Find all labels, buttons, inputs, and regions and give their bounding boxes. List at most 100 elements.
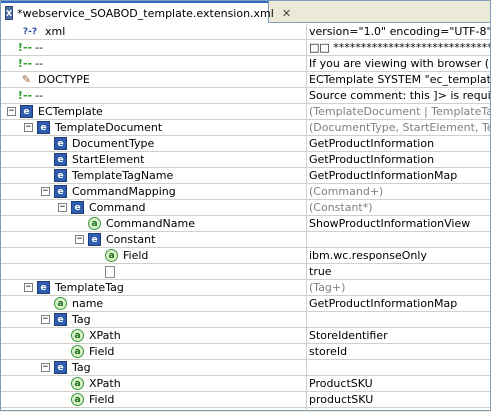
tree-row[interactable]: − e TemplateDocument (DocumentType, StartEl… — [1, 120, 490, 136]
node-value[interactable]: Source comment: this ]> is required, c — [309, 88, 490, 103]
tree-node[interactable]: − e Tag — [41, 312, 91, 327]
attribute-icon: a — [88, 217, 101, 230]
comment-icon: !-- — [17, 89, 33, 102]
tree-node[interactable]: e DocumentType — [41, 136, 154, 151]
toggle-spacer — [58, 395, 67, 404]
node-value[interactable]: ECTemplate SYSTEM "ec_template.dtd — [309, 72, 490, 87]
tree-row[interactable]: − e TemplateTag (Tag+) — [1, 280, 490, 296]
collapse-toggle[interactable]: − — [58, 203, 67, 212]
tree-row[interactable]: !-- -- □□ ******************************* — [1, 40, 490, 56]
tree-row[interactable]: true — [1, 264, 490, 280]
tree-row[interactable]: − e Tag — [1, 312, 490, 328]
tree-node[interactable]: − e Constant — [75, 232, 155, 247]
tree-node[interactable]: a CommandName — [75, 216, 195, 231]
tree-node[interactable]: − e CommandMapping — [41, 184, 176, 199]
tree-row[interactable]: !---- If you are viewing with browser (IE… — [1, 56, 490, 72]
collapse-toggle[interactable]: − — [75, 235, 84, 244]
node-value[interactable]: productSKU — [309, 392, 490, 407]
tree-row[interactable]: a CommandName ShowProductInformationView — [1, 216, 490, 232]
node-value[interactable] — [309, 360, 490, 375]
tree-node[interactable]: a XPath — [58, 328, 121, 343]
node-value[interactable]: StoreIdentifier — [309, 328, 490, 343]
node-name: Field — [89, 345, 115, 358]
tree-node[interactable]: a Field — [92, 248, 148, 263]
tree-row[interactable]: a XPath StoreIdentifier — [1, 328, 490, 344]
node-value[interactable]: (Tag+) — [309, 280, 490, 295]
tree-node[interactable]: a XPath — [58, 376, 121, 391]
tree-node[interactable]: ✎ DOCTYPE — [7, 72, 90, 87]
tree-row[interactable]: e TemplateTagName GetProductInformationMap — [1, 168, 490, 184]
tree-node[interactable]: − e Command — [58, 200, 146, 215]
tree-row[interactable]: a Field ibm.wc.responseOnly — [1, 248, 490, 264]
tree-row[interactable]: − e CommandMapping (Command+) — [1, 184, 490, 200]
collapse-toggle[interactable]: − — [24, 123, 33, 132]
tree-row[interactable]: ?-? xml version="1.0" encoding="UTF-8" — [1, 24, 490, 40]
doctype-icon: ✎ — [21, 73, 32, 86]
tree-node[interactable]: !-- -- — [7, 40, 43, 55]
collapse-toggle[interactable]: − — [41, 315, 50, 324]
attribute-icon: a — [71, 329, 84, 342]
tree-row[interactable]: e StartElement GetProductInformation — [1, 152, 490, 168]
collapse-toggle[interactable]: − — [41, 363, 50, 372]
element-icon: e — [54, 137, 67, 150]
node-value[interactable]: ProductSKU — [309, 376, 490, 391]
tree-node[interactable]: a Field — [58, 344, 114, 359]
tab-title: *webservice_SOABOD_template.extension.xm… — [17, 6, 274, 20]
element-icon: e — [54, 153, 67, 166]
element-icon: e — [54, 185, 67, 198]
collapse-toggle[interactable]: − — [24, 283, 33, 292]
tree-node[interactable]: − e Tag — [41, 360, 91, 375]
tree-row[interactable]: ✎ DOCTYPE ECTemplate SYSTEM "ec_template.d… — [1, 72, 490, 88]
node-value[interactable]: ibm.wc.responseOnly — [309, 248, 490, 263]
element-icon: e — [37, 281, 50, 294]
editor-tab[interactable]: X *webservice_SOABOD_template.extension.… — [1, 1, 291, 23]
tree-node[interactable]: − e TemplateDocument — [24, 120, 162, 135]
comment-icon: !-- — [17, 41, 33, 54]
tree-node[interactable]: − e TemplateTag — [24, 280, 124, 295]
node-value[interactable]: GetProductInformationMap — [309, 296, 490, 311]
node-value[interactable]: GetProductInformationMap — [309, 168, 490, 183]
tree-node[interactable] — [92, 264, 120, 279]
tree-node[interactable]: !-- -- — [7, 88, 43, 103]
tree-node[interactable]: a name — [41, 296, 103, 311]
tree-row[interactable]: a XPath ProductSKU — [1, 376, 490, 392]
tree-node[interactable]: e TemplateTagName — [41, 168, 173, 183]
node-value[interactable]: storeId — [309, 344, 490, 359]
element-icon: e — [54, 169, 67, 182]
tree-node[interactable]: ?-? xml — [7, 24, 65, 39]
tree-node[interactable]: e StartElement — [41, 152, 144, 167]
node-value[interactable]: (DocumentType, StartElement, Templa — [309, 120, 490, 135]
node-value[interactable]: ShowProductInformationView — [309, 216, 490, 231]
tree-node[interactable]: − e ECTemplate — [7, 104, 103, 119]
collapse-toggle[interactable]: − — [41, 187, 50, 196]
node-value[interactable]: (Constant*) — [309, 200, 490, 215]
tree-row[interactable]: − e Tag — [1, 360, 490, 376]
node-value[interactable]: (TemplateDocument | TemplateTag)* — [309, 104, 490, 119]
close-icon[interactable]: ✕ — [282, 7, 291, 20]
node-value[interactable]: □□ ******************************* — [309, 40, 490, 55]
node-value[interactable]: (Command+) — [309, 184, 490, 199]
node-value[interactable]: GetProductInformation — [309, 152, 490, 167]
tree-row[interactable]: a Field productSKU — [1, 392, 490, 408]
toggle-spacer — [41, 299, 50, 308]
node-value[interactable]: If you are viewing with browser (IE fo — [309, 56, 490, 71]
node-value[interactable]: GetProductInformation — [309, 136, 490, 151]
tree-node[interactable]: a Field — [58, 392, 114, 407]
tree-node[interactable]: !-- -- — [7, 56, 43, 71]
toggle-spacer — [41, 155, 50, 164]
node-value[interactable]: true — [309, 264, 490, 279]
tree-row[interactable]: !---- Source comment: this ]> is required… — [1, 88, 490, 104]
node-name: Field — [123, 249, 149, 262]
tree-row[interactable]: e DocumentType GetProductInformation — [1, 136, 490, 152]
tree-row[interactable]: − e Constant — [1, 232, 490, 248]
tree-row[interactable]: a name GetProductInformationMap — [1, 296, 490, 312]
node-value[interactable] — [309, 232, 490, 247]
node-value[interactable]: version="1.0" encoding="UTF-8" — [309, 24, 490, 39]
tree-row[interactable]: − e ECTemplate (TemplateDocument | Template… — [1, 104, 490, 120]
collapse-toggle[interactable]: − — [7, 107, 16, 116]
tree-row[interactable]: a Field storeId — [1, 344, 490, 360]
tree-row[interactable]: − e Command (Constant*) — [1, 200, 490, 216]
node-value[interactable] — [309, 312, 490, 327]
toggle-spacer — [41, 139, 50, 148]
node-name: xml — [45, 25, 66, 38]
